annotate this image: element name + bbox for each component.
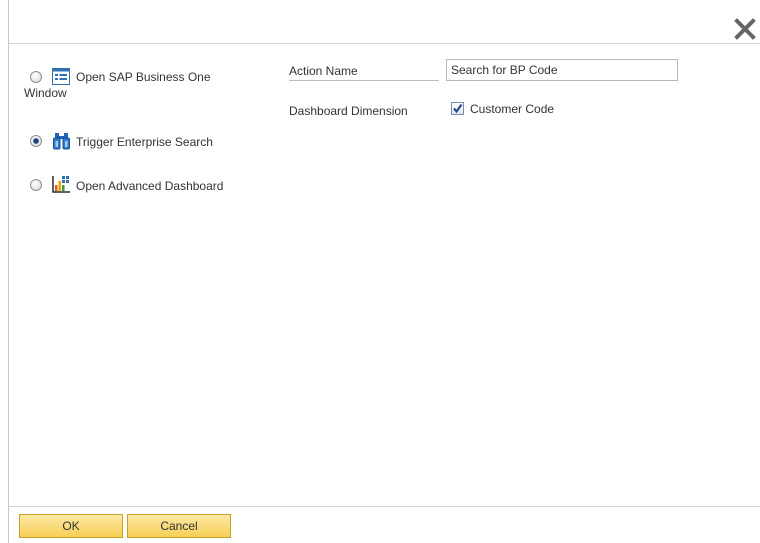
window-icon — [52, 68, 70, 85]
cancel-button[interactable]: Cancel — [127, 514, 231, 538]
customer-code-label[interactable]: Customer Code — [470, 102, 554, 116]
footer-divider — [8, 506, 760, 507]
close-icon — [734, 18, 756, 40]
option-trigger-search-label[interactable]: Trigger Enterprise Search — [76, 135, 213, 149]
header-divider — [8, 43, 760, 44]
option-open-sap-label-line2[interactable]: Window — [24, 86, 67, 100]
ok-button[interactable]: OK — [19, 514, 123, 538]
close-button[interactable] — [734, 18, 756, 40]
checkmark-icon — [453, 103, 463, 114]
action-name-input[interactable] — [446, 59, 678, 81]
customer-code-checkbox[interactable] — [451, 102, 464, 115]
radio-open-sap-window[interactable] — [30, 71, 42, 83]
dialog: Open SAP Business One Window Trigger Ent… — [0, 0, 760, 543]
action-name-underline — [289, 80, 439, 81]
radio-trigger-enterprise-search[interactable] — [30, 135, 42, 147]
dashboard-icon — [52, 176, 70, 193]
binoculars-icon — [53, 133, 70, 150]
dashboard-dimension-label: Dashboard Dimension — [289, 104, 408, 118]
action-name-label: Action Name — [289, 64, 358, 78]
option-open-sap-label-line1[interactable]: Open SAP Business One — [76, 70, 211, 84]
dialog-border — [8, 0, 9, 543]
option-open-dashboard-label[interactable]: Open Advanced Dashboard — [76, 179, 223, 193]
radio-open-advanced-dashboard[interactable] — [30, 179, 42, 191]
